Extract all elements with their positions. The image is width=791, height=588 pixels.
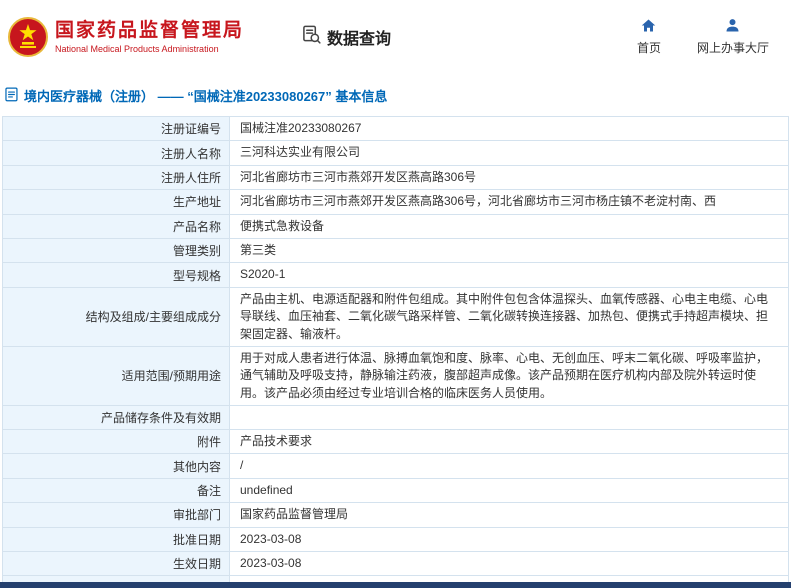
table-row: 批准日期 2023-03-08	[2, 526, 789, 553]
page: 国家药品监督管理局 National Medical Products Admi…	[0, 0, 791, 588]
row-value: 产品技术要求	[229, 429, 789, 455]
row-value: undefined	[229, 477, 789, 504]
row-value: 国家药品监督管理局	[229, 502, 789, 528]
home-icon	[641, 18, 656, 36]
table-row: 其他内容 /	[2, 453, 789, 479]
site-header: 国家药品监督管理局 National Medical Products Admi…	[0, 0, 791, 74]
row-value: S2020-1	[229, 262, 789, 288]
footer-bar	[0, 582, 791, 588]
row-value	[229, 405, 789, 431]
row-label: 生产地址	[2, 189, 230, 215]
table-row: 产品名称 便携式急救设备	[2, 213, 789, 239]
row-label: 附件	[2, 429, 230, 455]
row-value: 国械注准20233080267	[229, 115, 789, 142]
table-row: 注册证编号 国械注准20233080267	[2, 115, 789, 142]
row-label: 其他内容	[2, 453, 230, 479]
table-row: 管理类别 第三类	[2, 237, 789, 264]
row-value: /	[229, 453, 789, 479]
agency-name-en: National Medical Products Administration	[55, 43, 219, 54]
row-value: 便携式急救设备	[229, 213, 789, 239]
table-row: 生效日期 2023-03-08	[2, 551, 789, 577]
table-row: 备注 undefined	[2, 477, 789, 504]
nav-service-hall-label: 网上办事大厅	[696, 41, 769, 55]
row-value: 河北省廊坊市三河市燕郊开发区燕高路306号	[229, 164, 789, 191]
row-label: 审批部门	[2, 502, 230, 528]
national-emblem-icon	[8, 17, 48, 57]
info-table: 注册证编号 国械注准20233080267 注册人名称 三河科达实业有限公司 注册人住所…	[2, 115, 789, 588]
agency-logo[interactable]: 国家药品监督管理局 National Medical Products Admi…	[8, 17, 244, 57]
data-query-label: 数据查询	[327, 31, 392, 48]
row-value: 2023-03-08	[229, 551, 789, 577]
table-row: 审批部门 国家药品监督管理局	[2, 502, 789, 528]
row-value: 河北省廊坊市三河市燕郊开发区燕高路306号，河北省廊坊市三河市杨庄镇不老淀村南、…	[229, 189, 789, 215]
data-query-section: 数据查询	[302, 25, 391, 49]
table-row: 产品储存条件及有效期	[2, 405, 789, 431]
row-label: 注册人住所	[2, 164, 230, 191]
row-label: 生效日期	[2, 551, 230, 577]
table-row: 注册人住所 河北省廊坊市三河市燕郊开发区燕高路306号	[2, 164, 789, 191]
breadcrumb: 境内医疗器械（注册） —— “国械注准20233080267” 基本信息	[0, 74, 791, 114]
row-label: 注册人名称	[2, 140, 230, 166]
row-label: 管理类别	[2, 237, 230, 264]
table-row: 注册人名称 三河科达实业有限公司	[2, 140, 789, 166]
document-icon	[5, 87, 18, 105]
table-row: 结构及组成/主要组成成分 产品由主机、电源适配器和附件包组成。其中附件包包含体温探…	[2, 286, 789, 347]
row-value: 三河科达实业有限公司	[229, 140, 789, 166]
row-label: 产品名称	[2, 213, 230, 239]
table-row: 型号规格 S2020-1	[2, 262, 789, 288]
info-table-body: 注册证编号 国械注准20233080267 注册人名称 三河科达实业有限公司 注册人住所…	[2, 115, 789, 588]
table-row: 适用范围/预期用途 用于对成人患者进行体温、脉搏血氧饱和度、脉率、心电、无创血压、…	[2, 345, 789, 407]
nav-home-label: 首页	[636, 41, 661, 55]
nav-service-hall[interactable]: 网上办事大厅	[697, 18, 769, 56]
nav-home[interactable]: 首页	[637, 18, 661, 56]
agency-names: 国家药品监督管理局 National Medical Products Admi…	[55, 20, 244, 54]
row-label: 适用范围/预期用途	[2, 345, 230, 407]
person-icon	[725, 18, 740, 36]
row-label: 产品储存条件及有效期	[2, 405, 230, 431]
page-title: 境内医疗器械（注册） —— “国械注准20233080267” 基本信息	[24, 89, 388, 104]
data-query-icon	[302, 25, 321, 49]
top-nav: 首页 网上办事大厅	[637, 18, 769, 56]
row-value: 2023-03-08	[229, 526, 789, 553]
table-row: 生产地址 河北省廊坊市三河市燕郊开发区燕高路306号，河北省廊坊市三河市杨庄镇不老…	[2, 189, 789, 215]
row-value: 用于对成人患者进行体温、脉搏血氧饱和度、脉率、心电、无创血压、呼末二氧化碳、呼吸…	[229, 345, 789, 407]
row-value: 产品由主机、电源适配器和附件包组成。其中附件包包含体温探头、血氧传感器、心电主电…	[229, 286, 789, 347]
row-label: 注册证编号	[2, 115, 230, 142]
table-row: 附件 产品技术要求	[2, 429, 789, 455]
row-value: 第三类	[229, 237, 789, 264]
agency-name-cn: 国家药品监督管理局	[55, 20, 245, 42]
row-label: 备注	[2, 477, 230, 504]
row-label: 结构及组成/主要组成成分	[2, 286, 230, 347]
row-label: 批准日期	[2, 526, 230, 553]
row-label: 型号规格	[2, 262, 230, 288]
